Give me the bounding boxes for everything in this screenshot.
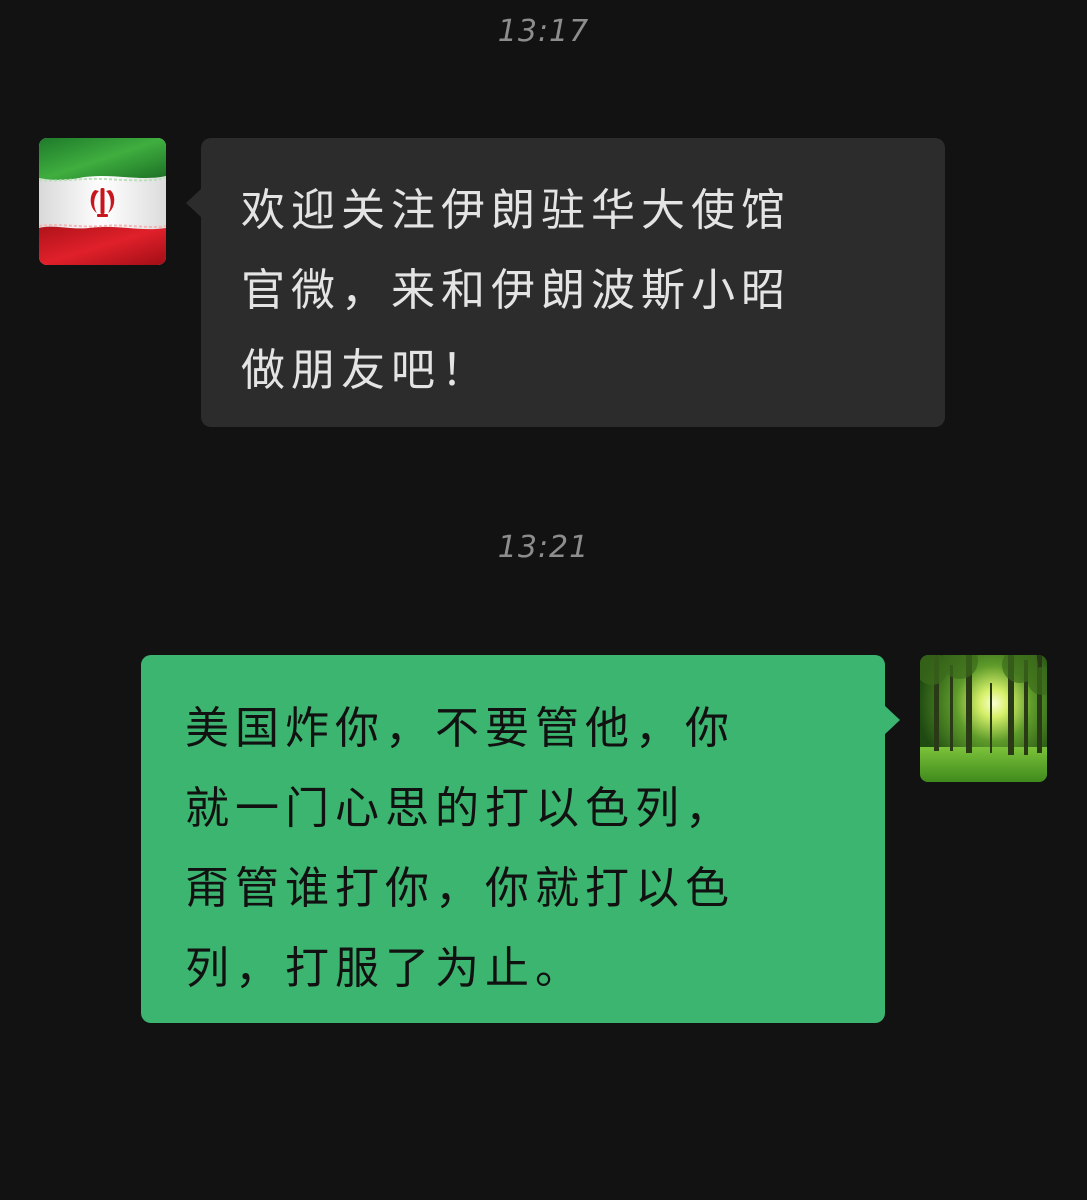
chat-window: 13:17 欢迎关注伊朗驻华大使馆 官微，来和伊朗波斯小昭 做朋友吧！ 13:2…: [0, 0, 1087, 1200]
incoming-message-text: 欢迎关注伊朗驻华大使馆 官微，来和伊朗波斯小昭 做朋友吧！: [241, 185, 791, 396]
message-timestamp: 13:17: [497, 14, 590, 49]
outgoing-message-bubble[interactable]: 美国炸你，不要管他，你 就一门心思的打以色列， 甭管谁打你，你就打以色 列，打服…: [141, 655, 900, 1023]
forest-sunlight-icon: [920, 655, 1047, 782]
incoming-message-bubble[interactable]: 欢迎关注伊朗驻华大使馆 官微，来和伊朗波斯小昭 做朋友吧！: [186, 138, 945, 427]
iran-flag-icon: [39, 138, 166, 265]
user-avatar[interactable]: [920, 655, 1047, 782]
message-timestamp: 13:21: [497, 530, 590, 565]
contact-avatar[interactable]: [39, 138, 166, 265]
outgoing-message-text: 美国炸你，不要管他，你 就一门心思的打以色列， 甭管谁打你，你就打以色 列，打服…: [185, 703, 735, 994]
